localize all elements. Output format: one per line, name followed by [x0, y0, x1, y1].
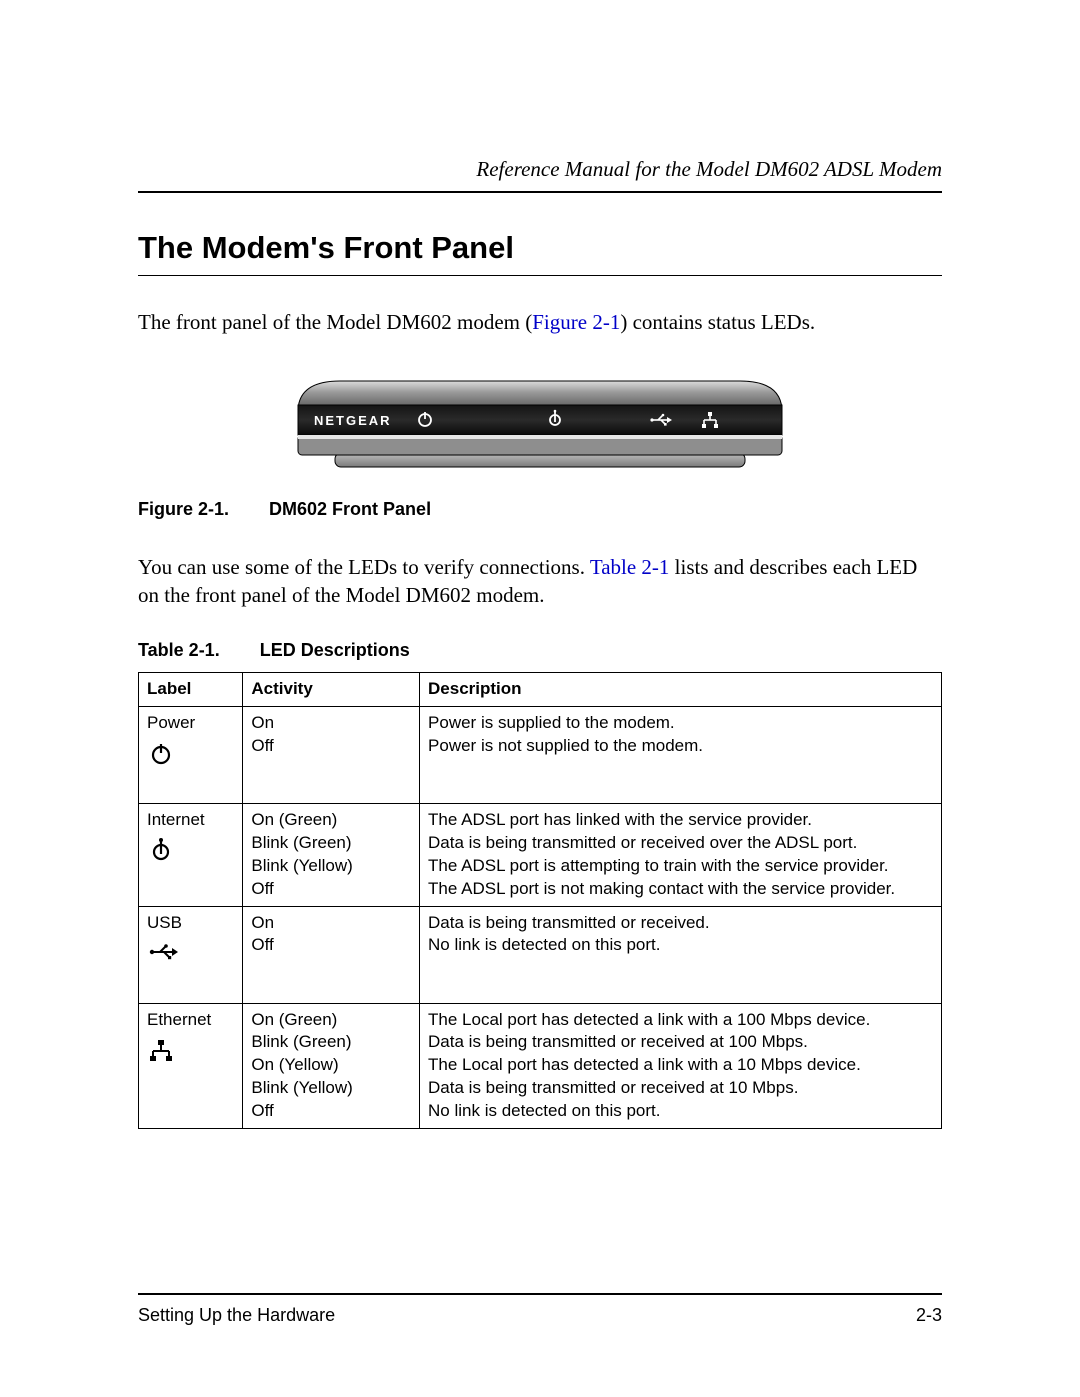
- running-header: Reference Manual for the Model DM602 ADS…: [138, 155, 942, 193]
- section-title: The Modem's Front Panel: [138, 227, 942, 276]
- intro-paragraph: The front panel of the Model DM602 modem…: [138, 308, 942, 336]
- col-activity: Activity: [243, 672, 420, 706]
- caption-text: LED Descriptions: [260, 640, 410, 660]
- label-text: Ethernet: [147, 1009, 234, 1032]
- text: ) contains status LEDs.: [620, 310, 815, 334]
- description-line: The ADSL port has linked with the servic…: [428, 809, 933, 832]
- text: You can use some of the LEDs to verify c…: [138, 555, 590, 579]
- table-row: Power On Off Power is supplied to the mo…: [139, 706, 942, 803]
- activity-line: Blink (Green): [251, 1031, 411, 1054]
- table-header-row: Label Activity Description: [139, 672, 942, 706]
- label-text: USB: [147, 912, 234, 935]
- description-line: Data is being transmitted or received.: [428, 912, 933, 935]
- brand-text: NETGEAR: [314, 413, 392, 428]
- modem-svg: NETGEAR: [280, 375, 800, 475]
- description-line: Power is not supplied to the modem.: [428, 735, 933, 758]
- table-link[interactable]: Table 2-1: [590, 555, 670, 579]
- description-line: Data is being transmitted or received at…: [428, 1077, 933, 1100]
- table-row: Internet On (Green) Blink (Green) Blink …: [139, 803, 942, 906]
- description-line: The ADSL port is attempting to train wit…: [428, 855, 933, 878]
- description-line: Power is supplied to the modem.: [428, 712, 933, 735]
- text: The front panel of the Model DM602 modem…: [138, 310, 532, 334]
- description-line: No link is detected on this port.: [428, 934, 933, 957]
- activity-line: Off: [251, 878, 411, 901]
- activity-line: On (Green): [251, 1009, 411, 1032]
- description-line: The ADSL port is not making contact with…: [428, 878, 933, 901]
- description-line: Data is being transmitted or received at…: [428, 1031, 933, 1054]
- usb-icon: [147, 940, 234, 964]
- page: Reference Manual for the Model DM602 ADS…: [0, 0, 1080, 1397]
- activity-line: On: [251, 912, 411, 935]
- footer-page-number: 2-3: [916, 1303, 942, 1327]
- table-row: Ethernet On (Green): [139, 1003, 942, 1129]
- figure-caption: Figure 2-1. DM602 Front Panel: [138, 497, 942, 521]
- col-description: Description: [420, 672, 942, 706]
- modem-figure: NETGEAR: [138, 375, 942, 475]
- page-footer: Setting Up the Hardware 2-3: [138, 1293, 942, 1327]
- caption-number: Figure 2-1.: [138, 499, 229, 519]
- figure-link[interactable]: Figure 2-1: [532, 310, 620, 334]
- table-caption: Table 2-1. LED Descriptions: [138, 638, 942, 662]
- table-row: USB On Off: [139, 906, 942, 1003]
- activity-line: Blink (Yellow): [251, 1077, 411, 1100]
- caption-number: Table 2-1.: [138, 640, 220, 660]
- description-line: The Local port has detected a link with …: [428, 1054, 933, 1077]
- ethernet-icon: [147, 1037, 234, 1065]
- table-intro-paragraph: You can use some of the LEDs to verify c…: [138, 553, 942, 610]
- label-text: Power: [147, 712, 234, 735]
- activity-line: On: [251, 712, 411, 735]
- power-icon: [147, 741, 234, 769]
- activity-line: Off: [251, 1100, 411, 1123]
- description-line: Data is being transmitted or received ov…: [428, 832, 933, 855]
- col-label: Label: [139, 672, 243, 706]
- activity-line: Blink (Green): [251, 832, 411, 855]
- caption-text: DM602 Front Panel: [269, 499, 431, 519]
- led-table: Label Activity Description Power On Off: [138, 672, 942, 1129]
- activity-line: Off: [251, 934, 411, 957]
- description-line: The Local port has detected a link with …: [428, 1009, 933, 1032]
- activity-line: Off: [251, 735, 411, 758]
- activity-line: On (Yellow): [251, 1054, 411, 1077]
- label-text: Internet: [147, 809, 234, 832]
- footer-left: Setting Up the Hardware: [138, 1303, 335, 1327]
- internet-icon: [147, 838, 234, 866]
- activity-line: Blink (Yellow): [251, 855, 411, 878]
- description-line: No link is detected on this port.: [428, 1100, 933, 1123]
- activity-line: On (Green): [251, 809, 411, 832]
